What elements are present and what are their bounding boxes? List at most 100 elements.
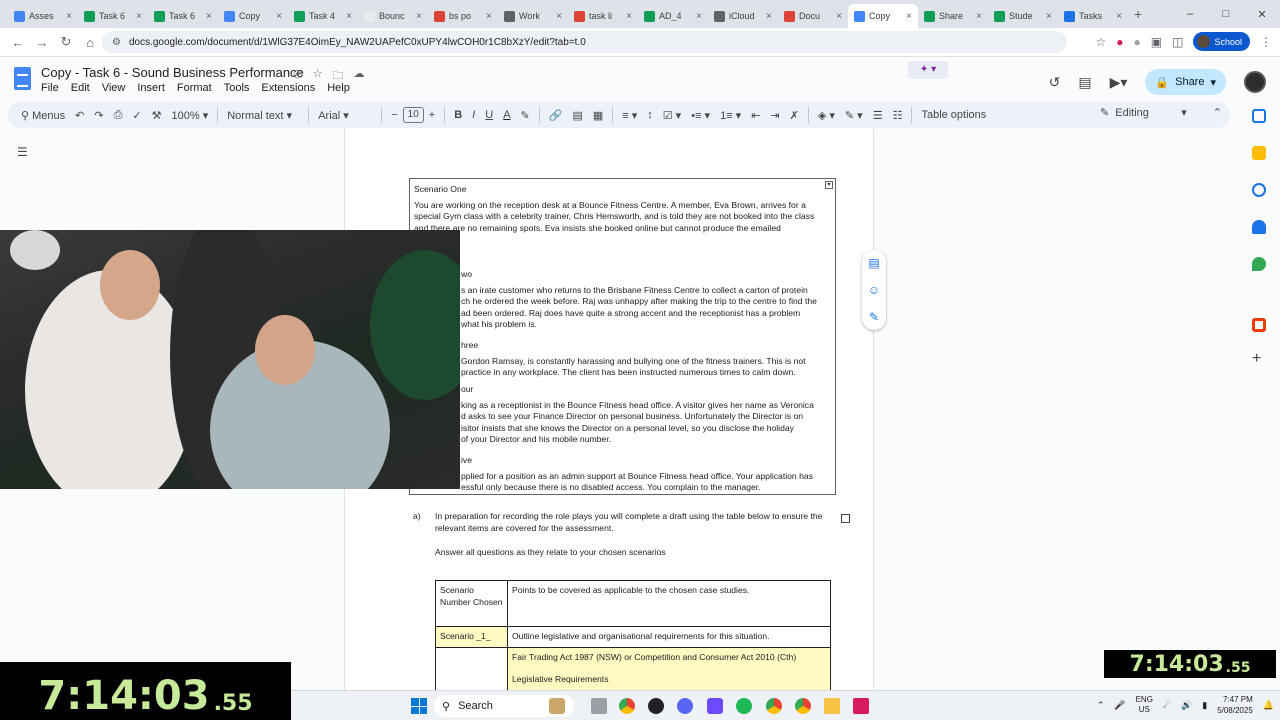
browser-tab[interactable]: Stude × xyxy=(988,4,1058,28)
scenarios-table-cell[interactable]: ▾ Scenario One You are working on the re… xyxy=(409,178,836,495)
browser-tab[interactable]: Tasks × xyxy=(1058,4,1128,28)
browser-tab[interactable]: Asses × xyxy=(8,4,78,28)
browser-tab[interactable]: Copy × xyxy=(848,4,918,28)
browser-tab[interactable]: bs po × xyxy=(428,4,498,28)
menu-insert[interactable]: Insert xyxy=(137,82,165,94)
zoom-select[interactable]: 100% ▾ xyxy=(167,109,214,122)
menu-edit[interactable]: Edit xyxy=(71,82,90,94)
menu-help[interactable]: Help xyxy=(327,82,350,94)
extension-icon[interactable]: ● xyxy=(1116,35,1123,49)
browser-tab[interactable]: task li × xyxy=(568,4,638,28)
tab-close-icon[interactable]: × xyxy=(906,11,912,22)
avatar[interactable] xyxy=(1244,71,1266,93)
font-size-input[interactable]: 10 xyxy=(402,107,424,123)
chevron-down-icon[interactable]: ▾ xyxy=(1210,76,1216,89)
collapse-toolbar-icon[interactable]: ⌃ xyxy=(1213,106,1222,119)
table-cell[interactable]: Outline legislative and organisational r… xyxy=(507,626,831,648)
question-text[interactable]: In preparation for recording the role pl… xyxy=(435,511,830,534)
checklist-icon[interactable]: ☑ ▾ xyxy=(658,109,686,122)
browser-tab[interactable]: Docu × xyxy=(778,4,848,28)
question-note[interactable]: Answer all questions as they relate to y… xyxy=(435,547,666,557)
add-addon-icon[interactable]: + xyxy=(1252,350,1261,368)
tab-close-icon[interactable]: × xyxy=(1046,11,1052,22)
tab-close-icon[interactable]: × xyxy=(206,11,212,22)
browser-tab[interactable]: Work × xyxy=(498,4,568,28)
browser-tab[interactable]: Bounc × xyxy=(358,4,428,28)
clock[interactable]: 7:47 PM 5/08/2025 xyxy=(1217,694,1253,716)
docs-logo-icon[interactable] xyxy=(14,67,31,90)
menu-tools[interactable]: Tools xyxy=(224,82,250,94)
chrome-active-icon[interactable] xyxy=(766,698,782,714)
back-icon[interactable]: ← xyxy=(6,35,30,50)
tab-close-icon[interactable]: × xyxy=(696,11,702,22)
browser-tab[interactable]: Share × xyxy=(918,4,988,28)
battery-icon[interactable]: ▮ xyxy=(1202,700,1207,711)
bookmark-star-icon[interactable]: ☆ xyxy=(1096,35,1107,49)
checkbox[interactable] xyxy=(841,514,850,523)
redo-icon[interactable]: ↷ xyxy=(89,109,108,122)
tab-close-icon[interactable]: × xyxy=(136,11,142,22)
text-color-icon[interactable]: A xyxy=(498,109,515,121)
tab-close-icon[interactable]: × xyxy=(626,11,632,22)
editing-mode-select[interactable]: ✎ Editing ▾ xyxy=(1100,106,1187,120)
emoji-reaction-icon[interactable]: ☺ xyxy=(868,283,880,297)
increase-indent-icon[interactable]: ⇥ xyxy=(765,109,784,122)
numbered-list-icon[interactable]: 1≡ ▾ xyxy=(715,109,746,122)
border-dash-icon[interactable]: ☷ xyxy=(888,109,908,122)
align-icon[interactable]: ≡ ▾ xyxy=(617,109,642,122)
browser-tab[interactable]: Task 4 × xyxy=(288,4,358,28)
tab-close-icon[interactable]: × xyxy=(276,11,282,22)
table-cell[interactable]: Fair Trading Act 1987 (NSW) or Competiti… xyxy=(507,646,831,693)
browser-tab[interactable]: Task 6 × xyxy=(78,4,148,28)
notification-bell-icon[interactable]: 🔔 xyxy=(1263,700,1274,711)
extension-icon[interactable]: ● xyxy=(1134,35,1141,49)
tab-close-icon[interactable]: × xyxy=(486,11,492,22)
table-cell[interactable] xyxy=(435,646,508,693)
taskbar-app-icon[interactable] xyxy=(549,698,565,714)
home-icon[interactable]: ⌂ xyxy=(78,35,102,50)
insert-image-icon[interactable]: ▦ xyxy=(588,109,608,122)
print-icon[interactable]: ⎙ xyxy=(109,109,128,122)
url-input[interactable]: ⚙ docs.google.com/document/d/1WlG37E4Oim… xyxy=(102,31,1067,53)
comments-icon[interactable]: ▤ xyxy=(1078,74,1091,91)
menu-file[interactable]: File xyxy=(41,82,59,94)
history-icon[interactable]: ↺ xyxy=(1049,74,1061,91)
forward-icon[interactable]: → xyxy=(30,35,54,50)
clear-formatting-icon[interactable]: ✗ xyxy=(785,109,804,122)
menu-extensions[interactable]: Extensions xyxy=(261,82,315,94)
profile-button[interactable]: School xyxy=(1193,32,1250,51)
tab-close-icon[interactable]: × xyxy=(836,11,842,22)
share-button[interactable]: 🔒 Share ▾ xyxy=(1145,69,1226,95)
border-width-icon[interactable]: ☰ xyxy=(868,109,888,122)
tab-close-icon[interactable]: × xyxy=(1116,11,1122,22)
increase-font-size-icon[interactable]: + xyxy=(424,109,440,121)
document-outline-icon[interactable]: ☰ xyxy=(17,145,28,159)
menu-format[interactable]: Format xyxy=(177,82,212,94)
style-select[interactable]: Normal text ▾ xyxy=(222,109,304,122)
font-select[interactable]: Arial ▾ xyxy=(313,109,377,122)
reload-icon[interactable]: ↻ xyxy=(54,34,78,50)
cell-background-icon[interactable]: ◈ ▾ xyxy=(813,109,840,122)
line-spacing-icon[interactable]: ↕ xyxy=(642,109,658,121)
underline-icon[interactable]: U xyxy=(480,109,498,121)
tab-close-icon[interactable]: × xyxy=(66,11,72,22)
file-explorer-icon[interactable] xyxy=(591,698,607,714)
browser-tab[interactable]: iCloud × xyxy=(708,4,778,28)
tab-close-icon[interactable]: × xyxy=(556,11,562,22)
microphone-icon[interactable]: 🎤 xyxy=(1114,700,1125,711)
browser-tab[interactable]: AD_4 × xyxy=(638,4,708,28)
decrease-font-size-icon[interactable]: − xyxy=(386,109,402,121)
maximize-icon[interactable]: □ xyxy=(1208,0,1244,28)
spotify-icon[interactable] xyxy=(736,698,752,714)
add-comment-icon[interactable]: ▤ xyxy=(868,256,879,270)
search-menus-button[interactable]: ⚲ Menus xyxy=(16,109,70,122)
browser-tab[interactable]: Copy × xyxy=(218,4,288,28)
table-cell[interactable]: Scenario _1_ xyxy=(435,626,508,648)
menu-view[interactable]: View xyxy=(102,82,126,94)
side-panel-icon[interactable]: ◫ xyxy=(1172,35,1183,49)
windows-start-icon[interactable] xyxy=(411,698,427,714)
discord-icon[interactable] xyxy=(677,698,693,714)
extensions-puzzle-icon[interactable]: ▣ xyxy=(1151,35,1162,49)
tab-close-icon[interactable]: × xyxy=(766,11,772,22)
snipping-tool-icon[interactable] xyxy=(853,698,869,714)
